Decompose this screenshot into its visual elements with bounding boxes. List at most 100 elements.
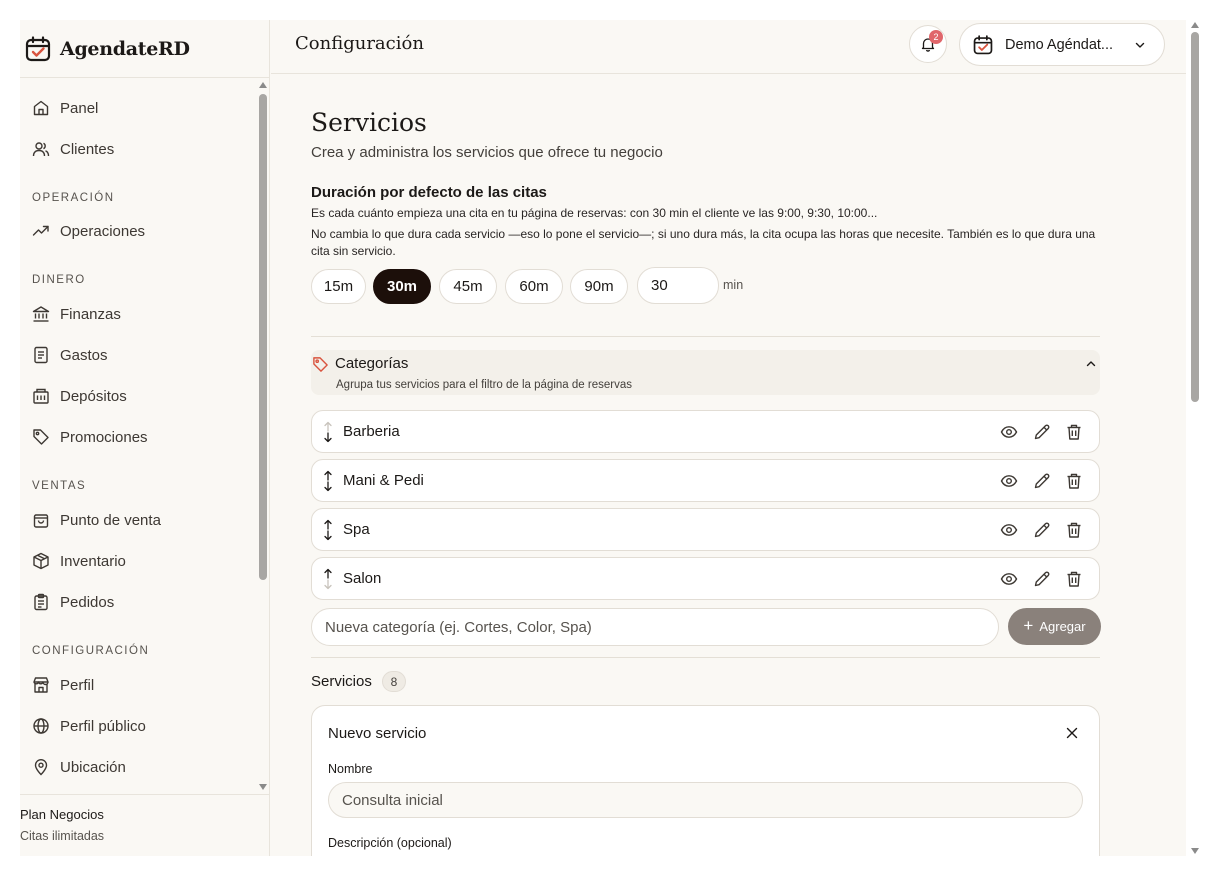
sidebar-item-promociones[interactable]: Promociones <box>30 420 252 454</box>
sidebar-item-perfil-publico[interactable]: Perfil público <box>30 709 252 743</box>
sidebar-item-label: Clientes <box>60 140 115 158</box>
section-title: Servicios <box>311 108 427 137</box>
drag-handle-icon[interactable] <box>322 519 334 541</box>
custom-duration-input[interactable] <box>637 267 719 304</box>
trash-icon[interactable] <box>1065 570 1083 588</box>
scrollbar-thumb[interactable] <box>1191 32 1199 402</box>
category-label: Spa <box>343 521 370 538</box>
page-scrollbar[interactable] <box>1188 20 1202 856</box>
edit-icon[interactable] <box>1033 423 1051 441</box>
tag-icon <box>32 428 50 446</box>
sidebar-item-label: Gastos <box>60 346 108 364</box>
receipt-icon <box>32 346 50 364</box>
sidebar-item-panel[interactable]: Panel <box>30 91 252 125</box>
add-category-button[interactable]: + Agregar <box>1008 608 1101 645</box>
bank-icon <box>32 305 50 323</box>
duration-option-45m[interactable]: 45m <box>439 269 497 304</box>
sidebar-item-label: Panel <box>60 99 99 117</box>
main-content: Servicios Crea y administra los servicio… <box>271 75 1186 856</box>
plan-name: Plan Negocios <box>20 807 104 822</box>
sidebar-item-label: Perfil público <box>60 717 146 735</box>
description-field-label: Descripción (opcional) <box>328 836 452 850</box>
scrollbar-thumb[interactable] <box>259 94 267 580</box>
duration-option-15m[interactable]: 15m <box>311 269 366 304</box>
sidebar-item-operaciones[interactable]: Operaciones <box>30 214 252 248</box>
service-name-input[interactable] <box>328 782 1083 818</box>
eye-icon[interactable] <box>1000 472 1018 490</box>
sidebar-item-label: Inventario <box>60 552 126 570</box>
sidebar-item-punto-de-venta[interactable]: Punto de venta <box>30 503 252 537</box>
edit-icon[interactable] <box>1033 521 1051 539</box>
sidebar-item-label: Operaciones <box>60 222 146 240</box>
drag-handle-icon[interactable] <box>322 421 334 443</box>
categories-header[interactable]: Categorías Agrupa tus servicios para el … <box>311 350 1100 395</box>
calendar-logo-icon <box>973 34 993 55</box>
new-category-input[interactable] <box>311 608 999 646</box>
category-label: Barberia <box>343 423 400 440</box>
pin-icon <box>32 758 50 776</box>
chevron-down-icon <box>1134 39 1146 51</box>
sidebar-scrollbar[interactable] <box>257 78 269 794</box>
scroll-up-icon[interactable] <box>1191 22 1199 28</box>
trend-icon <box>32 222 50 240</box>
bag-icon <box>32 511 50 529</box>
scroll-down-icon[interactable] <box>1191 848 1199 854</box>
account-name: Demo Agéndat... <box>1005 36 1114 53</box>
section-subtitle: Crea y administra los servicios que ofre… <box>311 144 663 161</box>
eye-icon[interactable] <box>1000 570 1018 588</box>
edit-icon[interactable] <box>1033 570 1051 588</box>
notifications-button[interactable]: 2 <box>909 25 947 63</box>
category-row[interactable]: Salon <box>311 557 1100 600</box>
sidebar-item-label: Pedidos <box>60 593 115 611</box>
section-ventas: VENTAS <box>32 480 87 492</box>
globe-icon <box>32 717 50 735</box>
services-label: Servicios <box>311 673 372 690</box>
sidebar-item-clientes[interactable]: Clientes <box>30 132 252 166</box>
category-row[interactable]: Spa <box>311 508 1100 551</box>
duration-note: No cambia lo que dura cada servicio —eso… <box>311 227 1096 258</box>
section-configuracion: CONFIGURACIÓN <box>32 645 150 657</box>
categories-description: Agrupa tus servicios para el filtro de l… <box>336 379 632 391</box>
eye-icon[interactable] <box>1000 521 1018 539</box>
eye-icon[interactable] <box>1000 423 1018 441</box>
drag-handle-icon[interactable] <box>322 568 334 590</box>
sidebar-item-ubicacion[interactable]: Ubicación <box>30 750 252 784</box>
sidebar-item-perfil[interactable]: Perfil <box>30 668 252 702</box>
brand-name: AgendateRD <box>60 37 190 60</box>
duration-option-30m[interactable]: 30m <box>373 269 431 304</box>
sidebar-item-pedidos[interactable]: Pedidos <box>30 585 252 619</box>
account-switcher[interactable]: Demo Agéndat... <box>959 23 1165 66</box>
close-icon[interactable] <box>1066 727 1078 739</box>
building-icon <box>32 387 50 405</box>
scroll-up-icon[interactable] <box>259 82 267 88</box>
category-row[interactable]: Mani & Pedi <box>311 459 1100 502</box>
new-service-form: Nuevo servicio Nombre Descripción (opcio… <box>311 705 1100 856</box>
store-icon <box>32 676 50 694</box>
duration-option-60m[interactable]: 60m <box>505 269 563 304</box>
chevron-up-icon[interactable] <box>1085 358 1097 370</box>
drag-handle-icon[interactable] <box>322 470 334 492</box>
trash-icon[interactable] <box>1065 423 1083 441</box>
scroll-down-icon[interactable] <box>259 784 267 790</box>
sidebar-item-label: Finanzas <box>60 305 121 323</box>
add-category-label: Agregar <box>1039 619 1086 634</box>
trash-icon[interactable] <box>1065 521 1083 539</box>
sidebar-item-finanzas[interactable]: Finanzas <box>30 297 252 331</box>
sidebar-nav: Panel Clientes OPERACIÓN Operaciones DIN… <box>20 78 257 794</box>
home-icon <box>32 99 50 117</box>
sidebar-item-inventario[interactable]: Inventario <box>30 544 252 578</box>
edit-icon[interactable] <box>1033 472 1051 490</box>
category-label: Salon <box>343 570 382 587</box>
sidebar-item-gastos[interactable]: Gastos <box>30 338 252 372</box>
calendar-logo-icon <box>25 35 51 62</box>
sidebar-item-depositos[interactable]: Depósitos <box>30 379 252 413</box>
duration-option-90m[interactable]: 90m <box>570 269 628 304</box>
category-row[interactable]: Barberia <box>311 410 1100 453</box>
sidebar-item-label: Ubicación <box>60 758 126 776</box>
duration-title: Duración por defecto de las citas <box>311 184 547 201</box>
brand[interactable]: AgendateRD <box>20 20 270 78</box>
sidebar-item-label: Promociones <box>60 428 148 446</box>
trash-icon[interactable] <box>1065 472 1083 490</box>
section-dinero: DINERO <box>32 274 86 286</box>
category-label: Mani & Pedi <box>343 472 424 489</box>
